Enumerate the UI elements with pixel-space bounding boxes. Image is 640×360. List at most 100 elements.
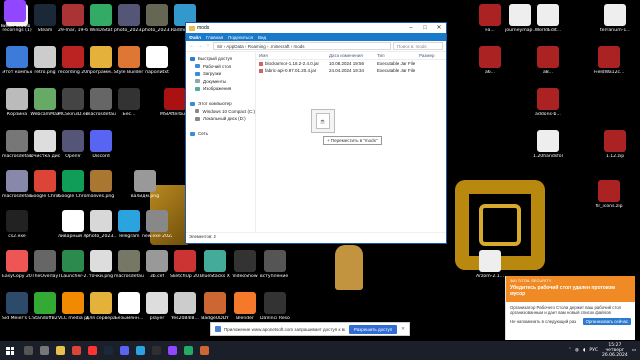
desktop-icon[interactable]: photo_2023... (86, 210, 116, 240)
file-row[interactable]: fabric-api-0.97.01.20.4.jar 24.04.2024 19… (256, 67, 446, 74)
notification-icon[interactable]: ▭ (632, 348, 636, 353)
desktop-icon[interactable]: fir_icons.zip (594, 180, 624, 210)
desktop-icon[interactable]: a8... (533, 46, 563, 76)
desktop-icon[interactable]: photo_2023... (142, 4, 172, 34)
desktop-icon[interactable]: recording 20... (58, 46, 88, 76)
desktop-icon[interactable]: Style Builder 2017 (114, 46, 144, 76)
column-date[interactable]: Дата изменения (326, 53, 374, 58)
tab-view[interactable]: Вид (258, 35, 266, 40)
taskbar-app-11-icon[interactable] (180, 341, 196, 360)
desktop-icon[interactable]: валидм.png (130, 170, 160, 200)
taskbar-yandex-icon[interactable] (84, 341, 100, 360)
desktop-icon[interactable]: для сервера плавать.дом (86, 292, 116, 322)
nav-item[interactable]: Рабочий стол (186, 63, 255, 71)
nav-item[interactable]: Этот компьютер (186, 100, 255, 108)
taskbar-explorer-icon[interactable] (52, 341, 68, 360)
tab-file[interactable]: Файл (189, 34, 201, 40)
nav-item[interactable]: Быстрый доступ (186, 55, 255, 63)
desktop-icon[interactable]: new.exe 2022.cef (142, 210, 172, 240)
clock[interactable]: 15:27 четверг 26.06.2024 (602, 343, 628, 358)
desktop-icon[interactable]: Twitch Studio (0, 0, 30, 30)
desktop-icon[interactable]: Безымянн... (114, 292, 144, 322)
desktop-icon[interactable]: Yes2084l8... (170, 292, 200, 322)
desktop-icon[interactable]: terrarium-1... (600, 4, 630, 34)
desktop-icon[interactable]: 1.20handsfor... (533, 130, 563, 160)
desktop-icon[interactable]: macrosdefault (1).jpg (114, 250, 144, 280)
desktop-icon[interactable]: nalives.png (86, 170, 116, 200)
taskbar-app-12-icon[interactable] (196, 341, 212, 360)
desktop-icon[interactable]: DaVinci Resolve (260, 292, 290, 322)
nav-item[interactable]: Локальный диск (D:) (186, 115, 255, 123)
desktop-icon[interactable]: macrosdefault (4).jpg (2, 170, 32, 200)
column-name[interactable]: Имя (256, 53, 326, 58)
desktop-icon[interactable]: Sid Meier's Civilization VI (2, 292, 32, 322)
desktop-icon[interactable]: Google Chrome (58, 170, 88, 200)
desktop-icon[interactable]: 3b.cef (142, 250, 172, 280)
desktop-icon[interactable]: вступление в игру.mp4 (260, 250, 290, 280)
desktop-icon[interactable]: WinDiStat (86, 4, 116, 34)
desktop-icon[interactable]: StandoffB2 (30, 292, 60, 322)
desktop-icon[interactable]: OpenV (58, 130, 88, 160)
desktop-icon[interactable]: Arzom-2.1... (475, 250, 505, 280)
desktop-icon[interactable]: EasyCopy 2017 (2, 250, 32, 280)
desktop-icon[interactable]: Telegram (114, 210, 144, 240)
language-indicator[interactable]: РУС (589, 348, 598, 353)
desktop-icon[interactable]: WorldEdit... (533, 4, 563, 34)
taskbar-telegram-icon[interactable] (132, 341, 148, 360)
forward-arrow-icon[interactable]: → (197, 43, 203, 49)
taskbar-search-icon[interactable] (20, 341, 36, 360)
taskbar-steam-icon[interactable] (100, 341, 116, 360)
column-type[interactable]: Тип (374, 53, 416, 58)
minimize-button[interactable]: – (404, 23, 418, 33)
close-button[interactable]: ✕ (432, 23, 446, 33)
desktop-icon[interactable]: VideoShow (230, 250, 260, 280)
back-arrow-icon[interactable]: ← (189, 43, 195, 49)
desktop-icon[interactable]: точки.png (86, 250, 116, 280)
taskbar-chrome-icon[interactable] (68, 341, 84, 360)
desktop-icon[interactable]: FieldWa12c... (594, 46, 624, 76)
taskbar-obs-icon[interactable] (148, 341, 164, 360)
search-input[interactable]: Поиск в: mods (393, 42, 443, 50)
column-size[interactable]: Размер (416, 53, 446, 58)
desktop-icon[interactable]: Fa... (475, 4, 505, 34)
desktop-icon[interactable]: BadgeUDDY (200, 292, 230, 322)
organize-now-button[interactable]: Организовать сейчас (582, 318, 631, 326)
nav-item[interactable]: Сеть (186, 130, 255, 138)
volume-icon[interactable]: ◖ (583, 348, 585, 353)
dont-remind-link[interactable]: Не напоминать в следующий раз (510, 319, 576, 324)
desktop-icon[interactable]: Очистка диска (30, 130, 60, 160)
nav-item[interactable]: Загрузки (186, 70, 255, 78)
chevron-up-icon[interactable]: ˄ (569, 348, 571, 353)
close-icon[interactable]: ✕ (401, 326, 405, 332)
desktop-icon[interactable]: a6... (475, 46, 505, 76)
file-explorer-window[interactable]: mods – □ ✕ Файл Главная Поделиться Вид ←… (185, 22, 447, 244)
title-bar[interactable]: mods – □ ✕ (186, 23, 446, 33)
desktop-icon[interactable]: journeymap... (505, 4, 535, 34)
desktop-icon[interactable]: WebcamMax (30, 88, 60, 118)
desktop-icon[interactable]: cs2.exe (2, 210, 32, 240)
desktop-icon[interactable]: addons-b... (533, 88, 563, 118)
desktop-icon[interactable]: Google Chrome (30, 170, 60, 200)
taskbar-task-view-icon[interactable] (36, 341, 52, 360)
desktop-icon[interactable]: TLauncher-2... (58, 250, 88, 280)
desktop-icon[interactable]: 29-mar, 19-6... (58, 4, 88, 34)
desktop-icon[interactable]: SketchUp 2017 (170, 250, 200, 280)
desktop-icon[interactable]: Корзина (2, 88, 32, 118)
desktop-icon[interactable]: macrosdefault (1).exe (2, 130, 32, 160)
desktop-icon[interactable]: Blender (230, 292, 260, 322)
maximize-button[interactable]: □ (418, 23, 432, 33)
desktop-icon[interactable]: TheOverlay (30, 250, 60, 280)
allow-access-button[interactable]: Разрешить доступ (348, 324, 398, 334)
tab-home[interactable]: Главная (206, 35, 223, 40)
nav-item[interactable]: Документы (186, 78, 255, 86)
tab-share[interactable]: Поделиться (228, 35, 253, 40)
desktop-icon[interactable]: player (142, 292, 172, 322)
desktop-icon[interactable]: macrosdefault (1).exe (86, 88, 116, 118)
desktop-icon[interactable]: Steam (30, 4, 60, 34)
desktop-icon[interactable]: photo_2023... (114, 4, 144, 34)
up-arrow-icon[interactable]: ↑ (205, 43, 211, 49)
desktop-icon[interactable]: 1.12.zip (600, 130, 630, 160)
desktop-icon[interactable]: Discord (86, 130, 116, 160)
file-row[interactable]: blockarmor-1.18.2-2.4.0.jar 10.08.2024 19… (256, 60, 446, 67)
start-button[interactable] (0, 341, 20, 360)
